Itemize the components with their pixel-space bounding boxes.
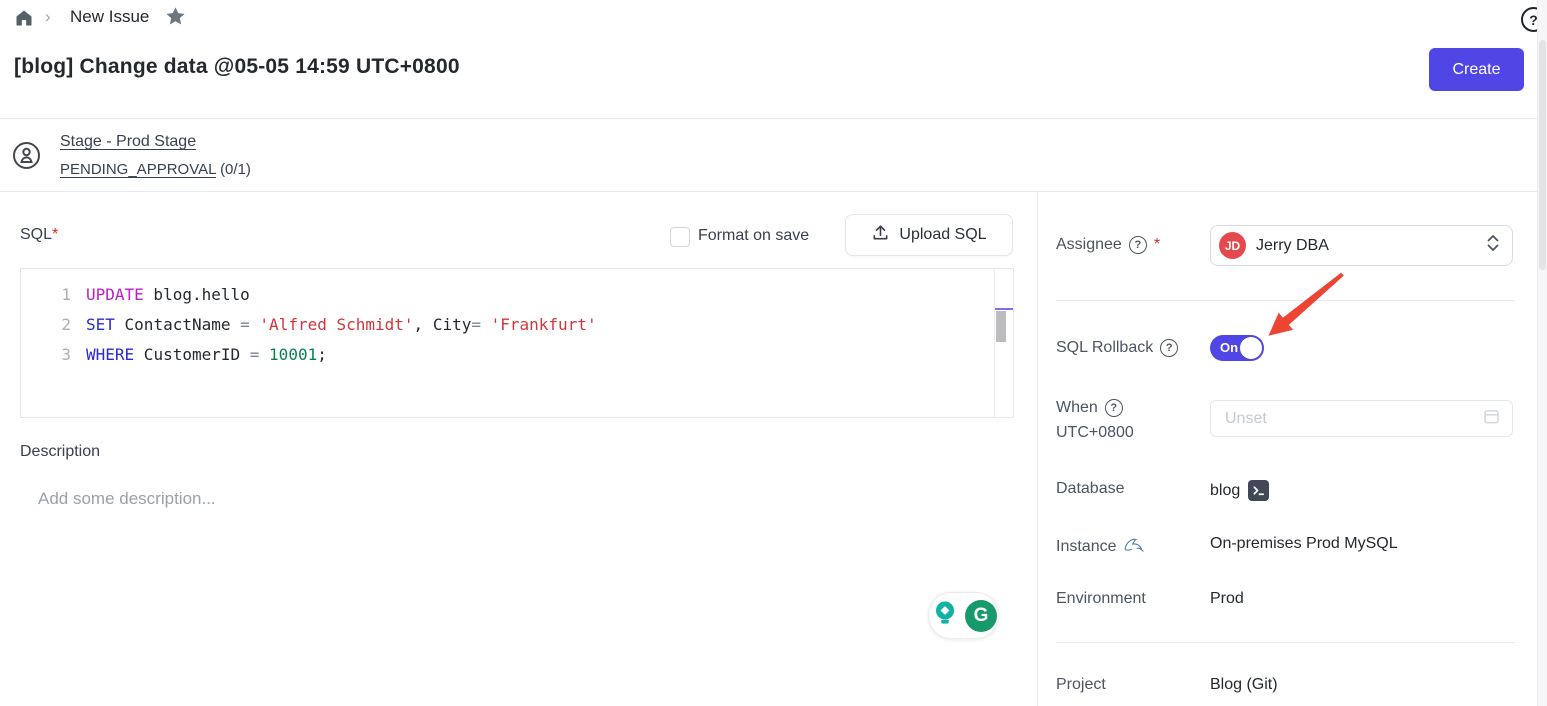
star-icon[interactable] [164, 5, 187, 33]
description-label: Description [20, 443, 100, 461]
environment-label: Environment [1056, 590, 1146, 608]
mysql-dolphin-icon [1123, 535, 1147, 558]
grammarly-widget[interactable]: G [928, 592, 999, 639]
sidebar-divider [1037, 192, 1038, 706]
when-help-icon[interactable]: ? [1105, 399, 1123, 417]
upload-sql-label: Upload SQL [899, 226, 986, 244]
sql-rollback-label: SQL Rollback ? [1056, 339, 1178, 357]
home-icon[interactable] [14, 8, 34, 33]
format-on-save-checkbox[interactable] [670, 227, 690, 247]
when-date-input[interactable]: Unset [1210, 400, 1513, 437]
upload-icon [871, 223, 890, 247]
assignee-value: Jerry DBA [1256, 237, 1476, 255]
instance-label: Instance [1056, 535, 1147, 558]
divider [1056, 642, 1515, 643]
breadcrumb-page: New Issue [70, 7, 149, 27]
annotation-arrow [1262, 270, 1350, 349]
when-timezone: UTC+0800 [1056, 424, 1134, 442]
stage-approval-count: (0/1) [220, 161, 251, 178]
sql-rollback-toggle[interactable]: On [1210, 335, 1264, 361]
stage-link[interactable]: Stage - Prod Stage [60, 133, 196, 151]
create-button[interactable]: Create [1429, 48, 1524, 91]
database-value: blog [1210, 480, 1269, 501]
assignee-help-icon[interactable]: ? [1129, 236, 1147, 254]
editor-cursor-indicator [995, 308, 1013, 310]
upload-sql-button[interactable]: Upload SQL [845, 214, 1013, 256]
environment-value: Prod [1210, 590, 1244, 608]
editor-scrollbar[interactable] [994, 269, 1013, 417]
line-number: 3 [21, 340, 86, 370]
code-line: 3WHERE CustomerID = 10001; [21, 340, 1013, 370]
description-input[interactable]: Add some description... [38, 489, 216, 509]
divider [0, 118, 1547, 119]
assignee-label: Assignee ? * [1056, 236, 1160, 254]
code-line: 2SET ContactName = 'Alfred Schmidt', Cit… [21, 310, 1013, 340]
line-number: 1 [21, 280, 86, 310]
when-label: When ? [1056, 399, 1123, 417]
when-placeholder: Unset [1225, 410, 1483, 428]
chevron-up-down-icon [1486, 233, 1500, 258]
stage-status[interactable]: PENDING_APPROVAL (0/1) [60, 161, 251, 178]
format-on-save-label: Format on save [698, 227, 809, 245]
code-line: 1UPDATE blog.hello [21, 280, 1013, 310]
assignee-avatar: JD [1219, 232, 1246, 259]
grammarly-logo-icon[interactable]: G [965, 600, 997, 632]
toggle-on-label: On [1220, 335, 1238, 361]
sql-console-icon[interactable] [1248, 480, 1269, 501]
project-value: Blog (Git) [1210, 676, 1278, 694]
required-asterisk: * [1154, 236, 1160, 254]
editor-scrollbar-thumb[interactable] [996, 311, 1006, 342]
breadcrumb-separator: › [45, 7, 51, 27]
database-label: Database [1056, 480, 1125, 498]
toggle-knob [1240, 337, 1262, 359]
calendar-icon [1483, 408, 1500, 430]
page-title: [blog] Change data @05-05 14:59 UTC+0800 [14, 55, 460, 79]
code-lines: 1UPDATE blog.hello2SET ContactName = 'Al… [21, 280, 1013, 370]
instance-value: On-premises Prod MySQL [1210, 535, 1398, 553]
suggestion-bulb-icon[interactable] [930, 598, 960, 633]
stage-status-text[interactable]: PENDING_APPROVAL [60, 161, 216, 178]
project-label: Project [1056, 676, 1106, 694]
line-number: 2 [21, 310, 86, 340]
page-scrollbar[interactable] [1537, 0, 1547, 706]
page-scrollbar-thumb[interactable] [1539, 40, 1546, 270]
approver-person-icon [12, 141, 41, 175]
rollback-help-icon[interactable]: ? [1160, 339, 1178, 357]
divider [0, 191, 1547, 192]
assignee-select[interactable]: JD Jerry DBA [1210, 225, 1513, 266]
sql-editor[interactable]: 1UPDATE blog.hello2SET ContactName = 'Al… [20, 268, 1014, 418]
sql-label: SQL* [20, 226, 58, 244]
required-asterisk: * [52, 226, 58, 243]
